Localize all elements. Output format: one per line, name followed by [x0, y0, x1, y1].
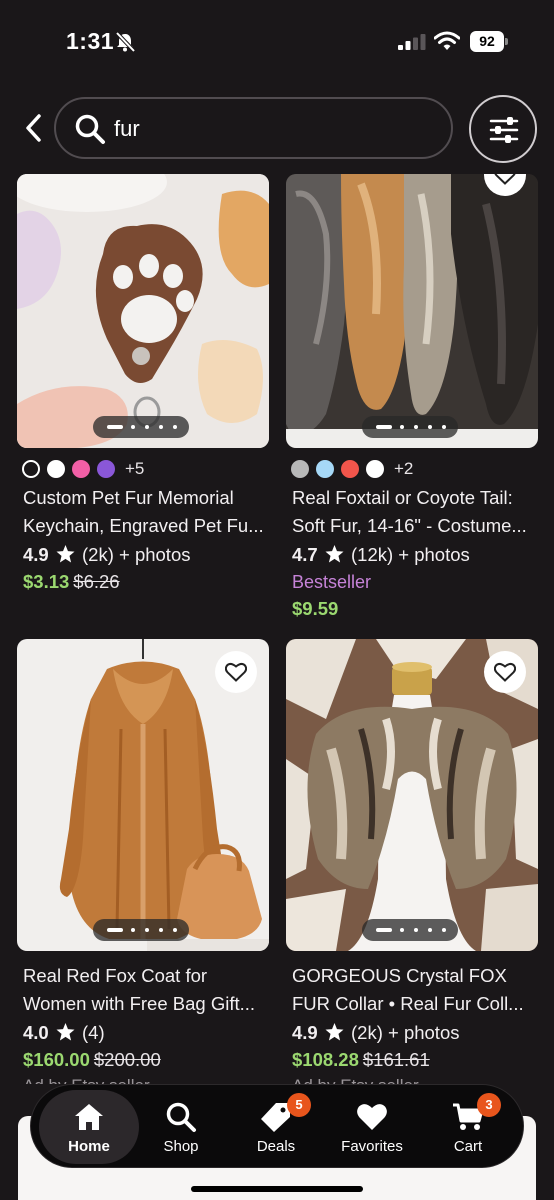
signal-icon [398, 34, 426, 50]
review-count: (2k) + photos [82, 544, 191, 565]
swatch-2 [316, 460, 334, 478]
star-icon [56, 545, 75, 563]
rating-value: 4.9 [23, 544, 49, 565]
product-title-line1[interactable]: Custom Pet Fur Memorial [23, 484, 234, 512]
product-rating: 4.7 (12k) + photos [292, 544, 470, 566]
sale-price: $108.28 [292, 1049, 359, 1070]
clock: 1:31 [66, 28, 115, 54]
swatch-1 [291, 460, 309, 478]
sale-price: $160.00 [23, 1049, 90, 1070]
battery-level: 92 [470, 31, 504, 52]
tab-label: Home [68, 1138, 110, 1155]
star-icon [56, 1023, 75, 1041]
paw-keychain-illustration [17, 174, 269, 448]
swatch-1 [22, 460, 40, 478]
heart-outline-icon [225, 663, 247, 682]
swatch-4 [97, 460, 115, 478]
swatch-3 [341, 460, 359, 478]
star-icon [325, 1023, 344, 1041]
image-carousel-dots [93, 416, 189, 438]
product-card[interactable]: +5 Custom Pet Fur Memorial Keychain, Eng… [17, 174, 269, 614]
ad-label: Ad by Etsy seller [292, 1076, 419, 1084]
product-grid: +5 Custom Pet Fur Memorial Keychain, Eng… [0, 174, 554, 1084]
review-count: (2k) + photos [351, 1022, 460, 1043]
product-price: $108.28 $161.61 [292, 1049, 430, 1071]
product-title-line2[interactable]: Women with Free Bag Gift... [23, 990, 255, 1018]
swatch-2 [47, 460, 65, 478]
original-price: $6.26 [73, 571, 120, 592]
wifi-icon [434, 31, 460, 50]
bottom-tab-bar: Home Shop Deals 5 Favorites Cart 3 [30, 1084, 524, 1168]
original-price: $161.61 [362, 1049, 430, 1070]
product-rating: 4.9 (2k) + photos [23, 544, 191, 566]
rating-value: 4.7 [292, 544, 318, 565]
product-title-line1[interactable]: GORGEOUS Crystal FOX [292, 962, 507, 990]
product-price: $160.00 $200.00 [23, 1049, 161, 1071]
tab-label: Shop [163, 1138, 199, 1155]
tab-home[interactable]: Home [39, 1090, 139, 1164]
star-icon [325, 545, 344, 563]
product-rating: 4.9 (2k) + photos [292, 1022, 460, 1044]
cart-count-badge: 3 [477, 1093, 501, 1117]
swatch-3 [72, 460, 90, 478]
sale-price: $3.13 [23, 571, 70, 592]
ad-label: Ad by Etsy seller [23, 1076, 150, 1084]
product-card[interactable]: +2 Real Foxtail or Coyote Tail: Soft Fur… [286, 174, 538, 619]
tab-label: Deals [256, 1138, 296, 1155]
swatch-4 [366, 460, 384, 478]
favorite-button[interactable] [215, 651, 257, 693]
swatch-more-count: +2 [394, 459, 414, 478]
search-input[interactable]: fur [54, 97, 453, 159]
product-price: $3.13 $6.26 [23, 571, 120, 593]
product-title-line1[interactable]: Real Foxtail or Coyote Tail: [292, 484, 513, 512]
product-image-paw-keychain[interactable] [17, 174, 269, 448]
favorite-button[interactable] [484, 651, 526, 693]
deals-count-badge: 5 [287, 1093, 311, 1117]
tab-deals[interactable]: Deals 5 [231, 1085, 321, 1169]
bestseller-badge: Bestseller [292, 572, 372, 592]
tab-cart[interactable]: Cart 3 [423, 1085, 513, 1169]
product-card[interactable]: GORGEOUS Crystal FOX FUR Collar • Real F… [286, 639, 538, 1084]
product-image-fox-tails[interactable] [286, 174, 538, 448]
back-chevron-icon[interactable] [20, 112, 48, 144]
rating-value: 4.0 [23, 1022, 49, 1043]
review-count: (12k) + photos [351, 544, 470, 565]
swatch-more-count: +5 [125, 459, 145, 478]
product-title-line2[interactable]: Soft Fur, 14-16" - Costume... [292, 512, 527, 540]
battery-indicator: 92 [470, 31, 508, 52]
sliders-icon [489, 117, 519, 143]
product-title-line2[interactable]: Keychain, Engraved Pet Fu... [23, 512, 264, 540]
home-indicator [191, 1186, 363, 1192]
house-icon [75, 1104, 103, 1130]
color-swatches: +5 [22, 459, 162, 480]
original-price: $200.00 [93, 1049, 161, 1070]
fox-tails-illustration [286, 174, 538, 448]
color-swatches: +2 [291, 459, 431, 480]
heart-outline-icon [494, 174, 516, 185]
review-count: (4) [82, 1022, 105, 1043]
image-carousel-dots [362, 416, 458, 438]
heart-outline-icon [494, 663, 516, 682]
search-query: fur [114, 116, 140, 141]
image-carousel-dots [362, 919, 458, 941]
filter-button[interactable] [469, 95, 537, 163]
sale-price: $9.59 [292, 598, 339, 619]
product-rating: 4.0 (4) [23, 1022, 105, 1044]
image-carousel-dots [93, 919, 189, 941]
product-price: $9.59 [292, 598, 338, 620]
product-title-line2[interactable]: FUR Collar • Real Fur Coll... [292, 990, 524, 1018]
product-title-line1[interactable]: Real Red Fox Coat for [23, 962, 207, 990]
battery-tip [505, 38, 508, 45]
product-card[interactable]: Real Red Fox Coat for Women with Free Ba… [17, 639, 269, 1084]
tab-shop[interactable]: Shop [136, 1085, 226, 1169]
rating-value: 4.9 [292, 1022, 318, 1043]
tab-label: Favorites [341, 1138, 403, 1155]
tab-favorites[interactable]: Favorites [327, 1085, 417, 1169]
search-icon [75, 114, 105, 144]
search-icon [166, 1102, 196, 1132]
heart-icon [357, 1104, 387, 1130]
status-bar: 1:31 92 [0, 0, 554, 84]
tab-label: Cart [453, 1138, 483, 1155]
bell-slash-icon [115, 32, 136, 52]
